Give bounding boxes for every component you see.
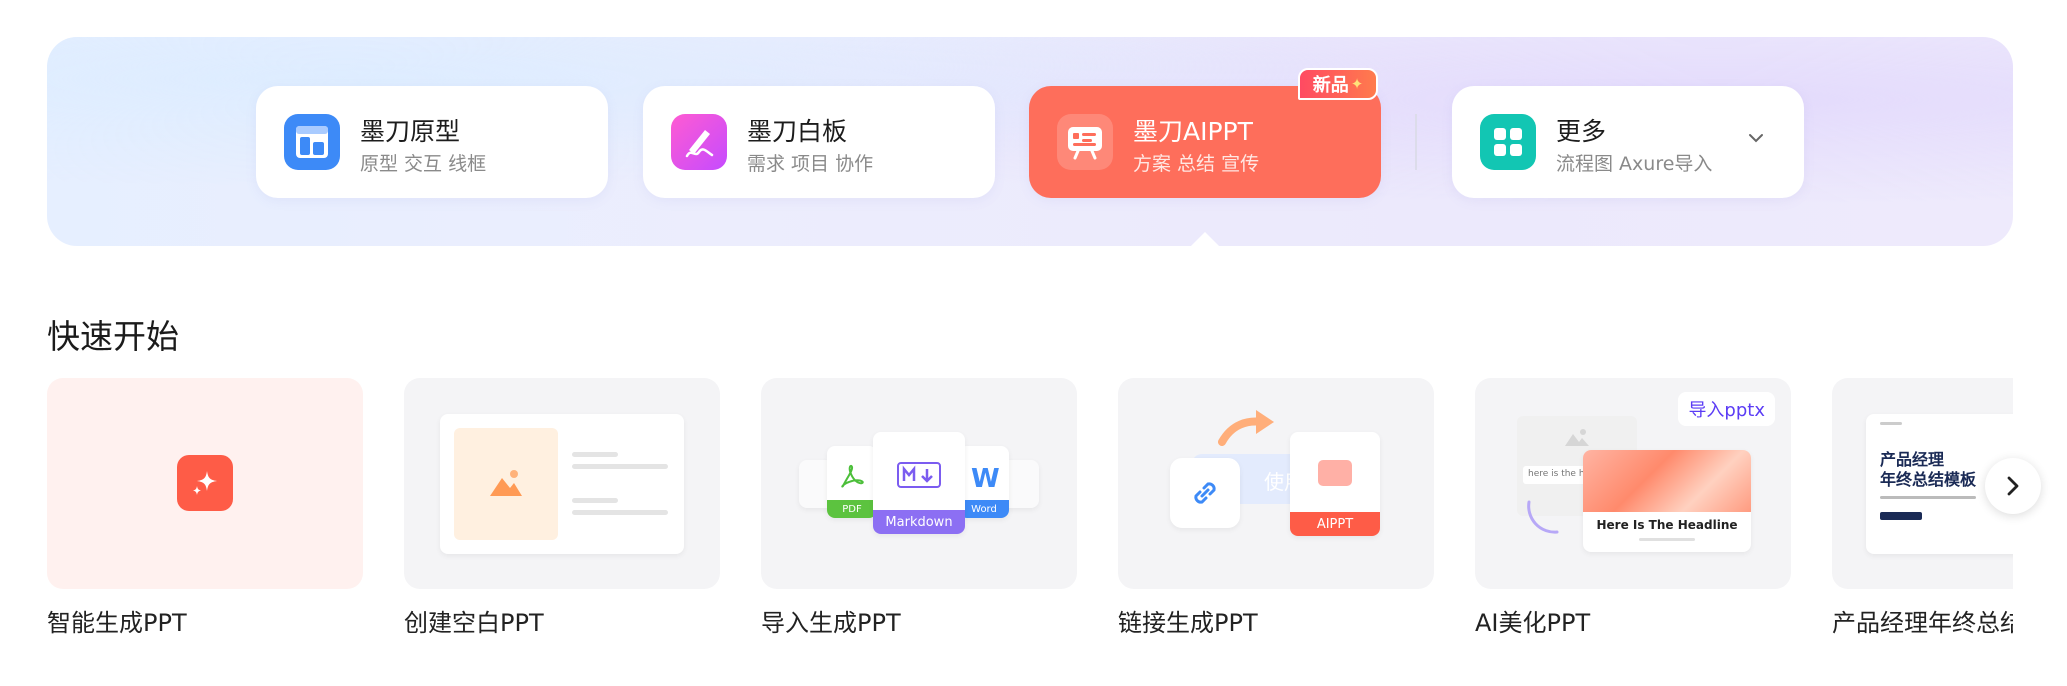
prototype-icon bbox=[284, 114, 340, 170]
sparkle-icon: ✦ bbox=[1350, 75, 1364, 93]
quick-start-item-ai-beautify[interactable]: here is the he 导入pptx Here Is The Headli… bbox=[1475, 378, 1791, 638]
item-thumbnail: PDF W Word Markdown bbox=[761, 378, 1077, 589]
new-badge-label: 新品 bbox=[1312, 75, 1349, 96]
word-file: W Word bbox=[959, 446, 1009, 518]
image-icon bbox=[1565, 429, 1589, 446]
product-title: 墨刀白板 bbox=[747, 117, 848, 146]
markdown-file: Markdown bbox=[873, 432, 965, 534]
product-subtitle: 需求 项目 协作 bbox=[747, 153, 874, 175]
item-thumbnail: here is the he 导入pptx Here Is The Headli… bbox=[1475, 378, 1791, 589]
presentation-icon bbox=[1057, 114, 1113, 170]
import-pptx-tag: 导入pptx bbox=[1678, 392, 1775, 426]
template-title-line2: 年终总结模板 bbox=[1880, 470, 1977, 489]
quick-start-item-import[interactable]: PDF W Word Markdown 导入生成PPT bbox=[761, 378, 1077, 638]
sparkle-icon bbox=[177, 455, 233, 511]
pdf-icon bbox=[841, 464, 864, 488]
carousel-next-button[interactable] bbox=[1985, 458, 2041, 514]
section-title: 快速开始 bbox=[47, 317, 179, 356]
slide-preview bbox=[440, 414, 684, 554]
quick-start-item-smart-generate[interactable]: 智能生成PPT bbox=[47, 378, 363, 638]
item-thumbnail bbox=[47, 378, 363, 589]
template-title-line1: 产品经理 bbox=[1880, 450, 1945, 469]
word-tag: Word bbox=[959, 500, 1009, 518]
product-card-aippt[interactable]: 墨刀AIPPT 方案 总结 宣传 bbox=[1029, 86, 1381, 198]
quick-start-item-blank[interactable]: 创建空白PPT bbox=[404, 378, 720, 638]
product-title: 更多 bbox=[1556, 117, 1607, 146]
item-thumbnail: 使用 AIPPT bbox=[1118, 378, 1434, 589]
product-subtitle: 流程图 Axure导入 bbox=[1556, 153, 1713, 175]
product-card-more[interactable]: 更多 流程图 Axure导入 bbox=[1452, 86, 1804, 198]
product-card-prototype[interactable]: 墨刀原型 原型 交互 线框 bbox=[256, 86, 608, 198]
markdown-icon bbox=[897, 462, 941, 488]
pdf-file: PDF bbox=[827, 446, 877, 518]
item-thumbnail bbox=[404, 378, 720, 589]
product-subtitle: 方案 总结 宣传 bbox=[1133, 153, 1260, 175]
item-label: 导入生成PPT bbox=[761, 609, 901, 637]
product-title: 墨刀AIPPT bbox=[1133, 117, 1253, 146]
product-title: 墨刀原型 bbox=[360, 117, 461, 146]
presentation-icon bbox=[1318, 460, 1352, 486]
new-badge: 新品 ✦ bbox=[1298, 68, 1378, 100]
item-label: 智能生成PPT bbox=[47, 609, 187, 637]
item-label: 创建空白PPT bbox=[404, 609, 544, 637]
beautified-slide: Here Is The Headline bbox=[1583, 450, 1751, 552]
word-icon: W bbox=[971, 464, 1000, 494]
quick-start-item-link[interactable]: 使用 AIPPT 链接生成PPT bbox=[1118, 378, 1434, 638]
image-icon bbox=[490, 470, 522, 496]
arrow-icon bbox=[1218, 410, 1274, 446]
divider bbox=[1415, 114, 1417, 170]
chevron-down-icon[interactable] bbox=[1746, 128, 1766, 148]
product-subtitle: 原型 交互 线框 bbox=[360, 153, 487, 175]
quick-start-item-template[interactable]: 产品经理 年终总结模板 产品经理年终总结模板 bbox=[1832, 378, 2013, 638]
item-label: AI美化PPT bbox=[1475, 609, 1591, 637]
link-icon bbox=[1170, 458, 1240, 528]
item-label: 链接生成PPT bbox=[1118, 609, 1258, 637]
aippt-file: AIPPT bbox=[1290, 432, 1380, 536]
aippt-tag: AIPPT bbox=[1290, 512, 1380, 536]
chevron-right-icon bbox=[2007, 476, 2019, 496]
grid-icon bbox=[1480, 114, 1536, 170]
active-pointer bbox=[1191, 232, 1219, 246]
pdf-tag: PDF bbox=[827, 500, 877, 518]
slide-headline: Here Is The Headline bbox=[1596, 518, 1738, 532]
markdown-tag: Markdown bbox=[873, 510, 965, 534]
quick-start-carousel: 智能生成PPT 创建空白PPT PDF W Word Markdown 导入生成… bbox=[47, 378, 2013, 638]
product-card-whiteboard[interactable]: 墨刀白板 需求 项目 协作 bbox=[643, 86, 995, 198]
whiteboard-icon bbox=[671, 114, 727, 170]
item-label: 产品经理年终总结模板 bbox=[1832, 609, 2013, 637]
